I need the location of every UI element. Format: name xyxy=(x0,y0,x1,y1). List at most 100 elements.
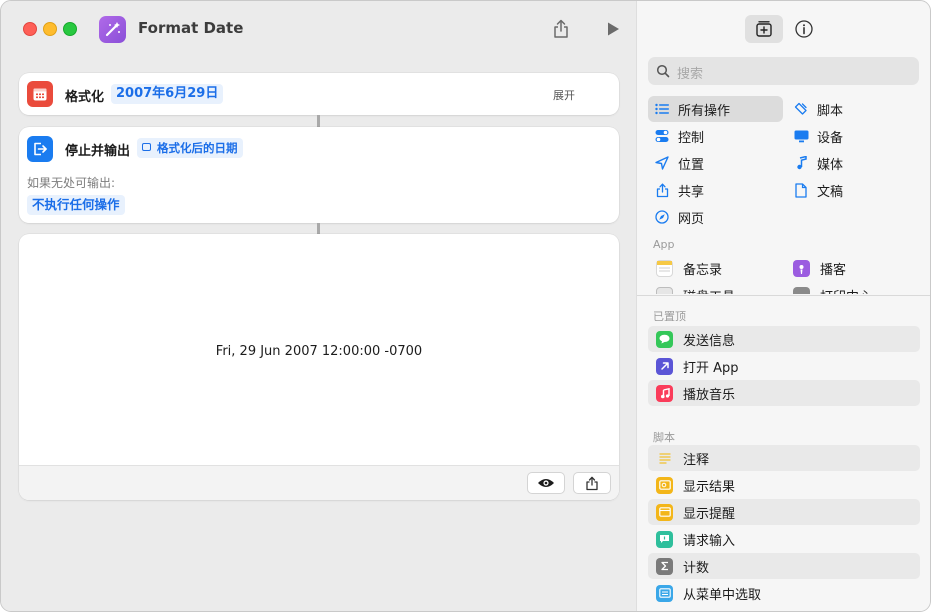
pinned-item-label: 播放音乐 xyxy=(683,387,736,403)
app-item-disk-utility[interactable]: 磁盘工具 xyxy=(656,282,735,294)
app-item-label: 磁盘工具 xyxy=(683,286,735,295)
sigma-icon xyxy=(656,557,673,575)
app-section-header: App xyxy=(653,238,675,251)
app-item-label: 打印中心 xyxy=(820,286,872,295)
app-item-notes[interactable]: 备忘录 xyxy=(656,255,722,281)
category-label: 共享 xyxy=(678,184,705,200)
calendar-small-icon xyxy=(142,143,151,151)
alert-window-icon xyxy=(656,503,673,521)
shortcut-icon[interactable] xyxy=(99,16,126,43)
pinned-item-send-message[interactable]: 发送信息 xyxy=(648,326,920,352)
display-icon xyxy=(793,128,809,144)
formatted-date-token[interactable]: 格式化后的日期 xyxy=(137,138,243,158)
stop-action-label: 停止并输出 xyxy=(65,144,131,159)
shortcuts-window: Format Date 格式化 2007年6月29日 展开 停止并输出 格式化后… xyxy=(0,0,931,612)
output-result-text: Fri, 29 Jun 2007 12:00:00 -0700 xyxy=(215,344,423,359)
action-library-icon xyxy=(756,21,772,37)
message-bubble-icon xyxy=(656,330,673,348)
editor-pane: Format Date 格式化 2007年6月29日 展开 停止并输出 格式化后… xyxy=(1,1,636,611)
pinned-item-open-app[interactable]: 打开 App xyxy=(648,353,920,379)
category-location[interactable]: 位置 xyxy=(648,150,783,176)
disk-utility-icon xyxy=(656,286,673,294)
script-item-show-result[interactable]: 显示结果 xyxy=(648,472,920,498)
app-list: 备忘录 播客 磁盘工具 打印中心 xyxy=(637,254,930,294)
format-date-action[interactable]: 格式化 2007年6月29日 展开 xyxy=(19,73,619,115)
category-label: 媒体 xyxy=(817,157,844,173)
formatted-date-token-label: 格式化后的日期 xyxy=(157,141,238,155)
open-app-arrow-icon xyxy=(656,357,673,375)
category-scripting[interactable]: 脚本 xyxy=(787,96,919,122)
list-icon xyxy=(654,101,670,117)
category-control[interactable]: 控制 xyxy=(648,123,783,149)
category-label: 网页 xyxy=(678,211,705,227)
category-web[interactable]: 网页 xyxy=(648,204,783,230)
podcasts-icon xyxy=(793,259,810,277)
category-documents[interactable]: 文稿 xyxy=(787,177,919,203)
script-item-show-alert[interactable]: 显示提醒 xyxy=(648,499,920,525)
location-arrow-icon xyxy=(654,155,670,171)
script-item-label: 从菜单中选取 xyxy=(683,587,762,603)
expand-button[interactable]: 展开 xyxy=(553,87,575,103)
date-value-token[interactable]: 2007年6月29日 xyxy=(111,84,224,104)
category-label: 控制 xyxy=(678,130,705,146)
action-connector xyxy=(317,223,320,234)
script-section-header: 脚本 xyxy=(653,431,675,444)
close-button[interactable] xyxy=(23,22,37,36)
script-item-label: 显示结果 xyxy=(683,479,736,495)
run-button[interactable] xyxy=(601,17,625,41)
details-tab-button[interactable] xyxy=(785,15,823,43)
script-item-label: 显示提醒 xyxy=(683,506,736,522)
action-library-sidebar: 搜索 所有操作 控制 位置 共享 网页 脚本 设备 媒体 文稿 App 备忘录 … xyxy=(636,1,930,611)
eye-icon xyxy=(538,479,554,487)
category-label: 所有操作 xyxy=(678,103,731,119)
output-share-button[interactable] xyxy=(573,472,611,494)
shortcut-title[interactable]: Format Date xyxy=(138,19,243,37)
search-icon xyxy=(656,64,670,78)
notes-icon xyxy=(656,259,673,277)
fallback-value-token[interactable]: 不执行任何操作 xyxy=(27,195,125,215)
toggle-icon xyxy=(654,128,670,144)
output-panel: Fri, 29 Jun 2007 12:00:00 -0700 xyxy=(19,234,619,500)
share-icon xyxy=(654,182,670,198)
script-item-label: 注释 xyxy=(683,452,710,468)
share-button[interactable] xyxy=(549,17,573,41)
music-note-icon xyxy=(656,384,673,402)
library-tab-button[interactable] xyxy=(745,15,783,43)
search-placeholder: 搜索 xyxy=(677,67,704,82)
scripting-icon xyxy=(793,101,809,117)
pinned-item-play-music[interactable]: 播放音乐 xyxy=(648,380,920,406)
calendar-icon xyxy=(27,81,53,107)
preview-button[interactable] xyxy=(527,472,565,494)
share-icon xyxy=(586,476,598,490)
script-item-choose-from-menu[interactable]: 从菜单中选取 xyxy=(648,580,920,606)
category-all-actions[interactable]: 所有操作 xyxy=(648,96,783,122)
output-toolbar xyxy=(19,465,619,500)
app-item-label: 备忘录 xyxy=(683,262,723,278)
share-icon xyxy=(554,19,568,38)
document-icon xyxy=(793,182,809,198)
script-item-comment[interactable]: 注释 xyxy=(648,445,920,471)
stop-and-output-action[interactable]: 停止并输出 格式化后的日期 如果无处可输出: 不执行任何操作 xyxy=(19,127,619,223)
category-label: 位置 xyxy=(678,157,705,173)
script-item-ask-for-input[interactable]: 请求输入 xyxy=(648,526,920,552)
printer-icon xyxy=(793,286,810,294)
action-search-field[interactable]: 搜索 xyxy=(648,57,919,85)
app-item-print-center[interactable]: 打印中心 xyxy=(793,282,872,294)
script-item-label: 计数 xyxy=(683,560,710,576)
info-icon xyxy=(795,20,813,38)
play-icon xyxy=(608,22,619,36)
category-label: 脚本 xyxy=(817,103,844,119)
category-media[interactable]: 媒体 xyxy=(787,150,919,176)
script-item-label: 请求输入 xyxy=(683,533,736,549)
exit-icon xyxy=(27,136,53,162)
app-item-podcasts[interactable]: 播客 xyxy=(793,255,846,281)
zoom-button[interactable] xyxy=(63,22,77,36)
comment-lines-icon xyxy=(656,450,673,467)
show-result-icon xyxy=(656,476,673,494)
fallback-label: 如果无处可输出: xyxy=(27,176,116,190)
category-sharing[interactable]: 共享 xyxy=(648,177,783,203)
pinned-section-header: 已置顶 xyxy=(653,310,686,323)
script-item-count[interactable]: 计数 xyxy=(648,553,920,579)
category-device[interactable]: 设备 xyxy=(787,123,919,149)
minimize-button[interactable] xyxy=(43,22,57,36)
